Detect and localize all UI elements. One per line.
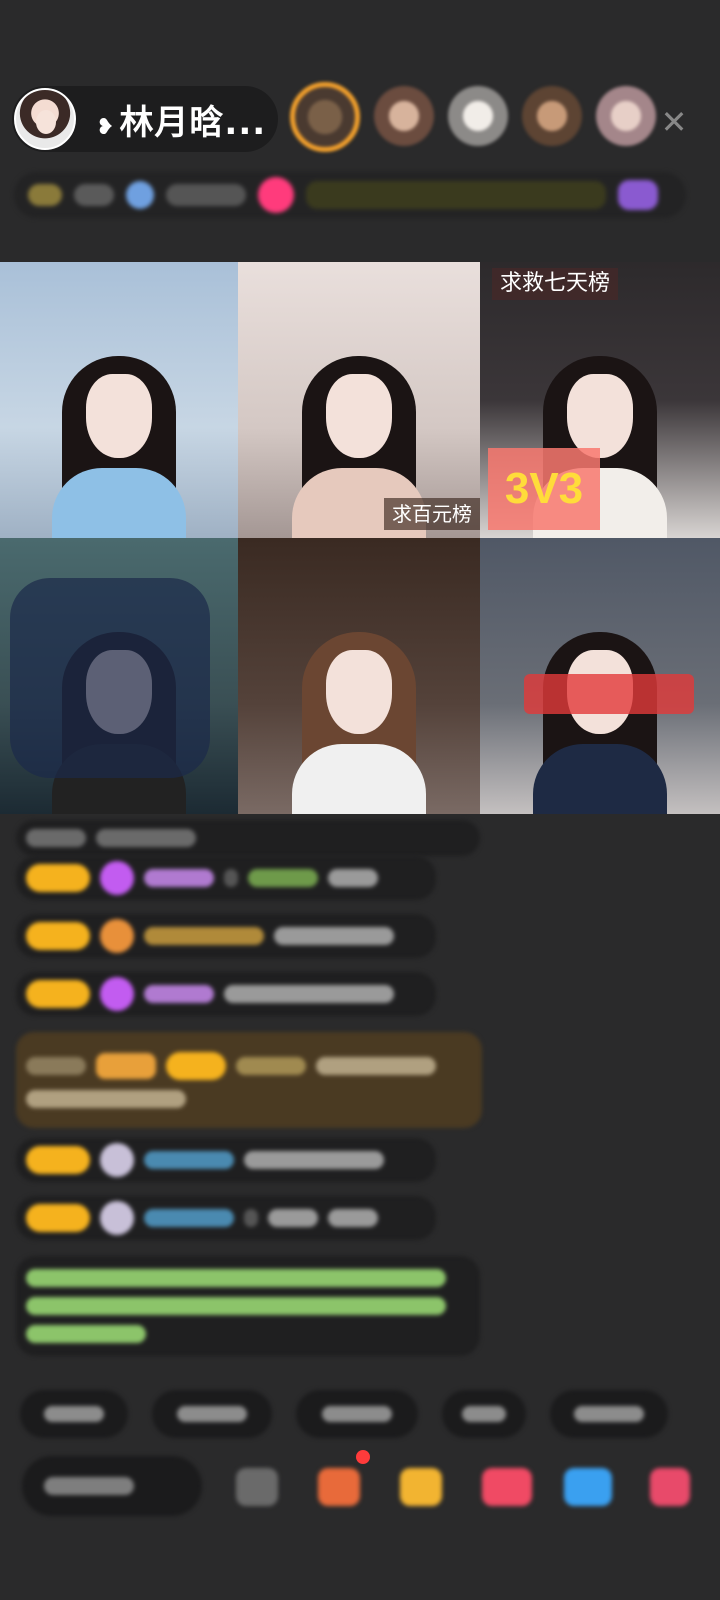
top-viewers [290,82,656,152]
video-cell-2[interactable]: 求百元榜 [238,262,480,538]
fan-icon [100,919,134,953]
level-badge [26,1146,90,1174]
chat-input[interactable] [22,1456,202,1516]
gem-icon [100,861,134,895]
room-info-strip[interactable] [14,172,686,218]
quick-reply-chips [20,1390,668,1438]
game-icon[interactable] [564,1468,612,1506]
chat-message[interactable] [16,914,436,958]
live-icon[interactable] [258,177,294,213]
chair-back [524,674,694,714]
quick-reply-chip[interactable] [550,1390,668,1438]
viewer-avatar[interactable] [290,82,360,152]
info-text [74,184,114,206]
info-text [166,184,246,206]
bottom-toolbar [0,1450,720,1516]
streamer-figure [284,604,434,814]
level-badge [26,1204,90,1232]
gaming-chair [10,578,210,778]
chat-message[interactable] [16,820,480,856]
pk-badge: 3V3 [488,448,600,530]
viewer-avatar[interactable] [374,86,434,146]
close-icon[interactable]: ✕ [656,104,692,140]
chat-message-highlight[interactable] [16,1032,482,1128]
quick-reply-chip[interactable] [152,1390,272,1438]
gift-icon[interactable] [650,1468,690,1506]
more-icon[interactable] [236,1468,278,1506]
rank-icon [28,184,62,206]
chat-message[interactable] [16,1196,436,1240]
quick-reply-chip[interactable] [442,1390,526,1438]
avatar-icon [100,1143,134,1177]
heart-icon: ❥ [96,114,116,140]
quick-reply-chip[interactable] [20,1390,128,1438]
cell-tag: 求救七天榜 [492,268,619,300]
video-cell-5[interactable] [238,538,480,814]
chat-message[interactable] [16,856,436,900]
gem-icon [100,977,134,1011]
system-notice [16,1256,480,1356]
streamer-figure [44,328,194,538]
video-cell-6[interactable] [480,538,720,814]
gift-box-icon[interactable] [400,1468,442,1506]
viewer-avatar[interactable] [596,86,656,146]
task-icon[interactable] [318,1468,360,1506]
chat-message[interactable] [16,972,436,1016]
video-cell-4[interactable] [0,538,238,814]
level-badge [26,864,90,892]
chat-message[interactable] [16,1138,436,1182]
quick-reply-chip[interactable] [296,1390,418,1438]
video-cell-1[interactable] [0,262,238,538]
cell-tag: 求百元榜 [384,498,480,530]
gift-icon[interactable] [618,180,658,210]
planet-icon [126,181,154,209]
notice-marquee[interactable] [306,181,606,209]
level-badge [26,980,90,1008]
level-badge [26,922,90,950]
viewer-avatar[interactable] [448,86,508,146]
viewer-avatar[interactable] [522,86,582,146]
pk-icon[interactable] [482,1468,532,1506]
host-info-pill[interactable]: ❥ 林月晗... [12,86,278,152]
notification-dot [356,1450,370,1464]
host-name: ❥ 林月晗... [96,95,266,144]
host-avatar[interactable] [14,88,76,150]
video-grid: 求百元榜 求救七天榜 3V3 [0,262,720,814]
avatar-icon [100,1201,134,1235]
video-cell-3[interactable]: 求救七天榜 3V3 [480,262,720,538]
host-name-text: 林月晗... [119,102,267,143]
